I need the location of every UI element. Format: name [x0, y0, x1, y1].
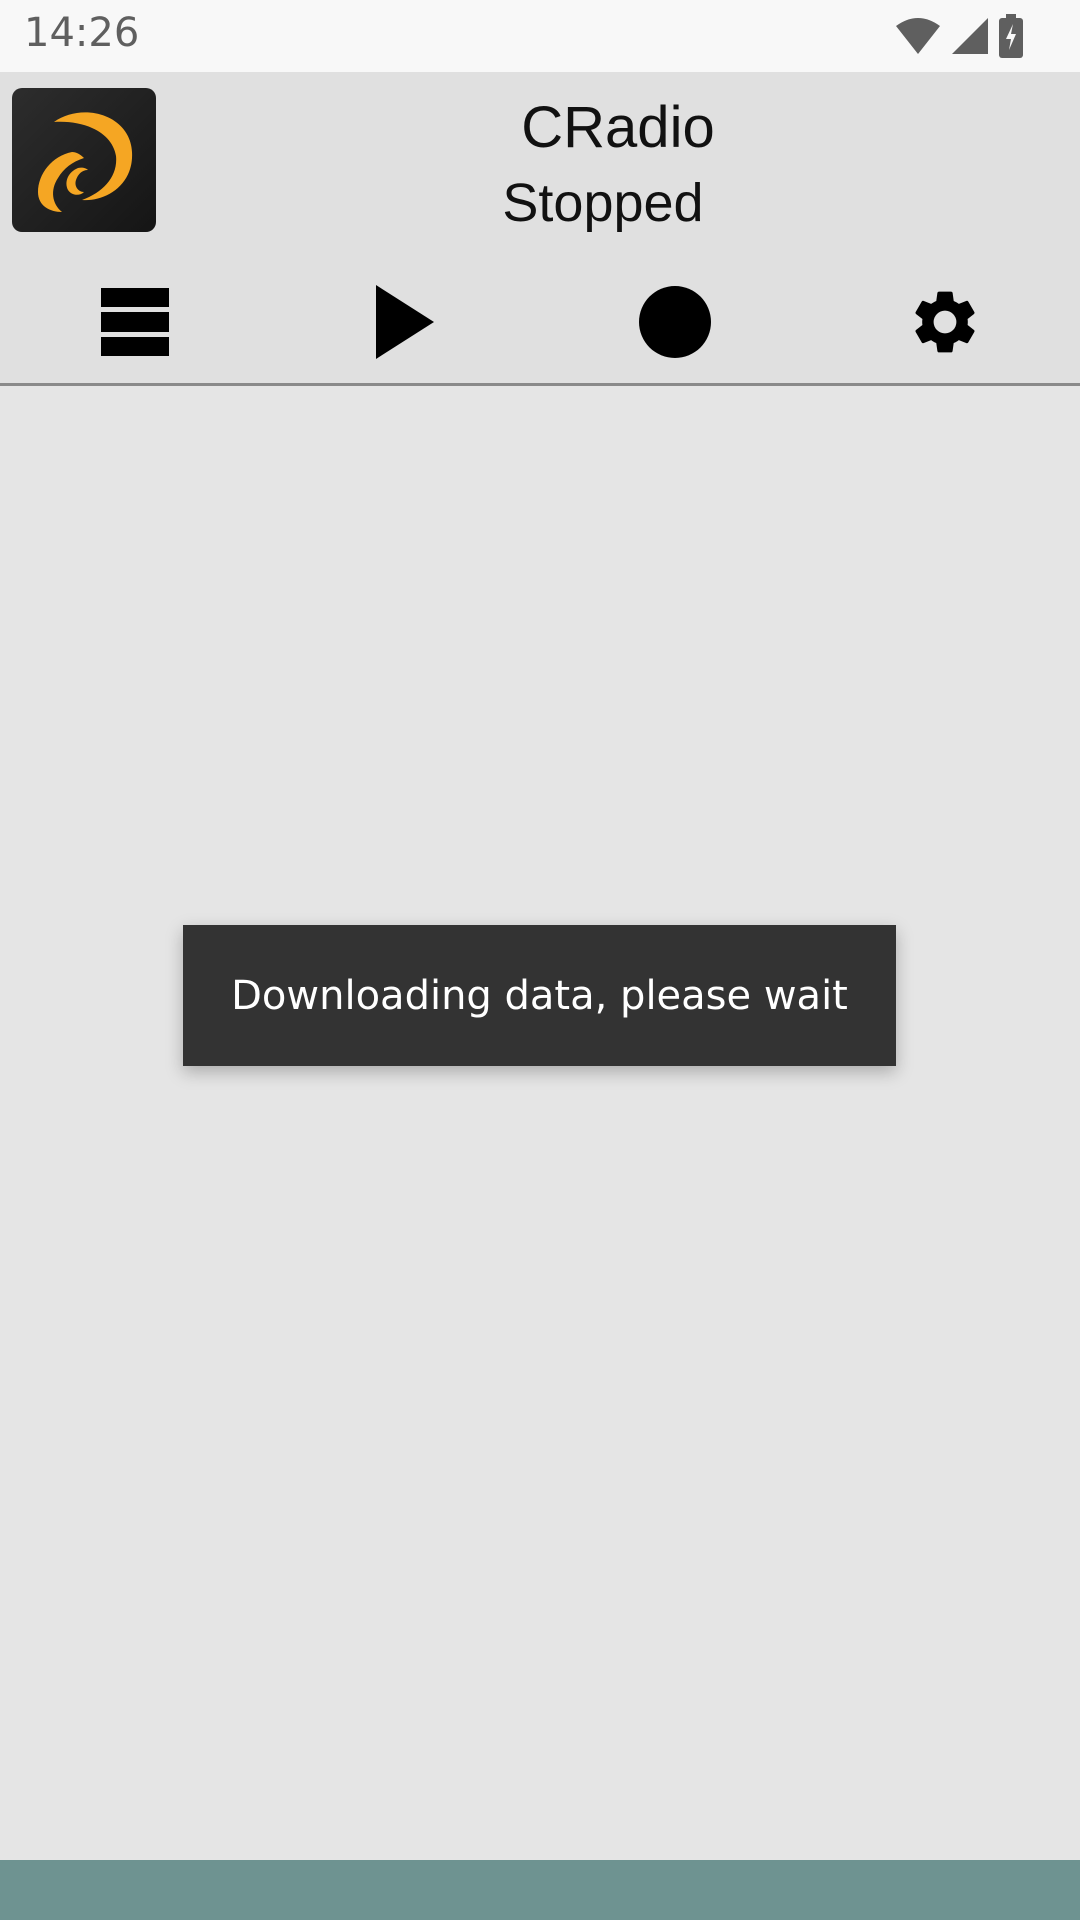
toolbar [0, 262, 1080, 382]
list-icon [101, 288, 169, 356]
bottom-bar [0, 1860, 1080, 1920]
battery-charging-icon [999, 14, 1023, 58]
record-icon [639, 286, 711, 358]
station-list-area[interactable] [0, 386, 1080, 1860]
status-bar: 14:26 [0, 0, 1080, 72]
app-header: CRadio Stopped [0, 72, 1080, 386]
app-title: CRadio [521, 95, 715, 160]
wifi-icon [896, 18, 940, 54]
toast-message: Downloading data, please wait [183, 925, 896, 1066]
list-button[interactable] [60, 262, 210, 382]
settings-button[interactable] [870, 262, 1020, 382]
record-button[interactable] [600, 262, 750, 382]
play-icon [376, 285, 434, 359]
cell-signal-icon [952, 18, 988, 54]
status-time: 14:26 [24, 10, 140, 56]
status-icons [894, 14, 1024, 58]
gear-icon [915, 291, 975, 353]
play-button[interactable] [330, 262, 480, 382]
playback-status: Stopped [502, 173, 704, 233]
